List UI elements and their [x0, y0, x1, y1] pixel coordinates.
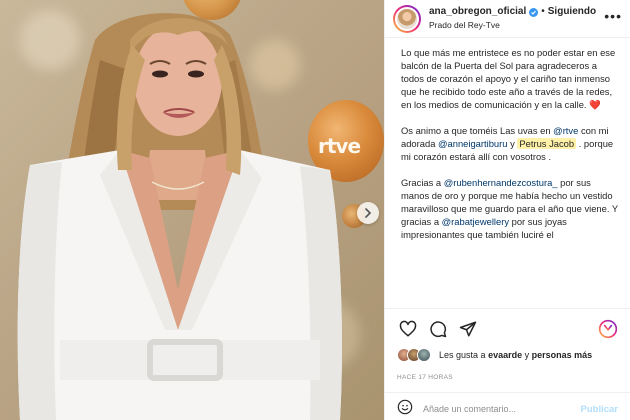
caption-text: Lo que más me entristece es no poder est… [401, 47, 616, 110]
caption-text: y [510, 138, 515, 149]
location-link[interactable]: Prado del Rey-Tve [429, 20, 596, 30]
mention-link[interactable]: @rtve [553, 125, 578, 136]
comment-bar: Publicar [385, 398, 630, 420]
username[interactable]: ana_obregon_oficial [429, 6, 526, 18]
likes-summary: Les gusta a evaarde y personas más [397, 348, 592, 362]
caption-text: Gracias a [401, 177, 442, 188]
liker-username-link[interactable]: evaarde [488, 350, 522, 360]
mention-link[interactable]: @rabatjewellery [442, 216, 509, 227]
more-options-button[interactable]: ••• [604, 8, 622, 24]
mention-link[interactable]: @rubenhernandezcostura_ [444, 177, 558, 188]
publish-button[interactable]: Publicar [581, 404, 619, 415]
woman-in-white-suit [17, 13, 342, 420]
likes-prefix: Les gusta a [439, 350, 486, 360]
share-button[interactable] [457, 318, 479, 340]
smiley-icon [397, 399, 413, 414]
tagged-name: Petrus Jacob [517, 138, 577, 149]
avatar[interactable] [417, 348, 431, 362]
mention-link[interactable]: @anneigartiburu [438, 138, 507, 149]
bookmark-with-badge-icon [598, 319, 618, 339]
next-photo-button[interactable] [357, 202, 379, 224]
verified-badge-icon [529, 7, 539, 17]
like-button[interactable] [397, 318, 419, 340]
comment-input[interactable] [423, 404, 581, 414]
separator-dot: • [541, 6, 545, 18]
post-sidebar: ana_obregon_oficial • Siguiendo Prado de… [384, 0, 630, 420]
divider [385, 308, 630, 309]
liker-avatars [397, 348, 431, 362]
avatar[interactable] [393, 4, 421, 33]
paper-plane-icon [459, 321, 477, 337]
caption-text: Os animo a que toméis Las uvas en [401, 125, 551, 136]
likes-middle: y [524, 350, 530, 360]
caption-paragraph: Os animo a que toméis Las uvas en @rtve … [401, 124, 619, 163]
caption-paragraph: Lo que más me entristece es no poder est… [401, 46, 619, 111]
save-button[interactable] [597, 318, 619, 340]
divider [385, 392, 630, 393]
comment-icon [430, 321, 447, 338]
post-timestamp[interactable]: HACE 17 HORAS [397, 374, 453, 381]
action-bar [397, 318, 619, 340]
likes-others-link[interactable]: personas más [532, 350, 593, 360]
comment-button[interactable] [427, 318, 449, 340]
chevron-right-icon [365, 208, 372, 218]
heart-emoji-icon: ❤️ [589, 99, 601, 110]
post-photo[interactable]: rtve [0, 0, 384, 420]
caption-paragraph: Gracias a @rubenhernandezcostura_ por su… [401, 176, 619, 241]
following-button[interactable]: Siguiendo [548, 6, 596, 18]
heart-icon [399, 320, 417, 337]
post-caption: Lo que más me entristece es no poder est… [401, 46, 619, 304]
more-horizontal-icon: ••• [604, 8, 622, 24]
post-header: ana_obregon_oficial • Siguiendo Prado de… [385, 0, 630, 38]
emoji-button[interactable] [397, 399, 413, 420]
